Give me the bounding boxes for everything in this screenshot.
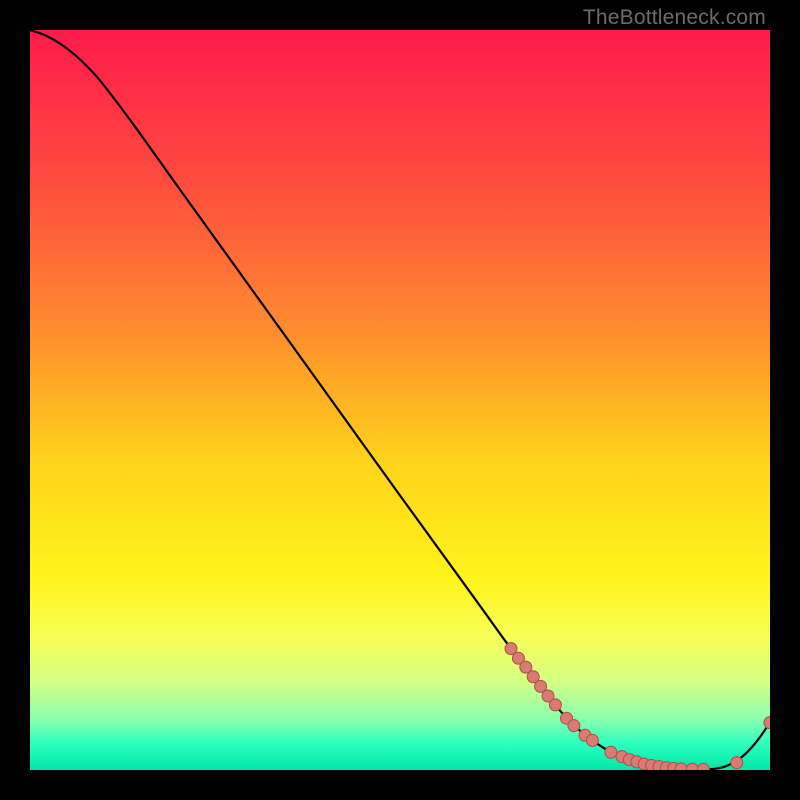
data-marker: [675, 763, 687, 770]
chart-curve-layer: [30, 30, 770, 770]
chart-stage: TheBottleneck.com: [0, 0, 800, 800]
data-marker: [764, 717, 770, 729]
data-marker: [686, 763, 698, 770]
plot-area: [30, 30, 770, 770]
data-marker: [549, 699, 561, 711]
data-marker: [568, 720, 580, 732]
data-marker: [697, 763, 709, 770]
data-marker: [731, 757, 743, 769]
data-marker: [586, 734, 598, 746]
bottleneck-curve: [30, 30, 770, 770]
data-marker: [605, 746, 617, 758]
watermark-text: TheBottleneck.com: [583, 6, 766, 30]
